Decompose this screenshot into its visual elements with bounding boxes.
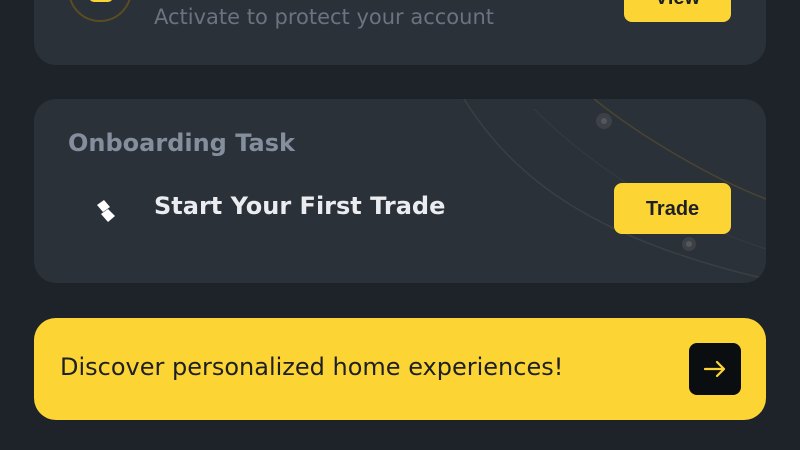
view-button-label: View: [655, 0, 700, 9]
onboarding-card: Onboarding Task Start Your First Trade T…: [34, 99, 766, 283]
onboarding-title: Onboarding Task: [68, 129, 295, 157]
security-icon-badge: [68, 0, 132, 22]
task-label: Start Your First Trade: [154, 192, 446, 220]
arrow-right-button[interactable]: [689, 343, 741, 395]
trade-diamond-icon: [97, 200, 115, 222]
view-button[interactable]: View: [624, 0, 731, 22]
shield-star-icon: [89, 0, 113, 2]
promo-text: Discover personalized home experiences!: [60, 353, 564, 381]
security-subtitle: Activate to protect your account: [154, 5, 495, 29]
arrow-right-icon: [703, 360, 726, 378]
security-card: Activate to protect your account View: [34, 0, 766, 65]
promo-banner[interactable]: Discover personalized home experiences!: [34, 318, 766, 420]
trade-button[interactable]: Trade: [614, 183, 731, 234]
